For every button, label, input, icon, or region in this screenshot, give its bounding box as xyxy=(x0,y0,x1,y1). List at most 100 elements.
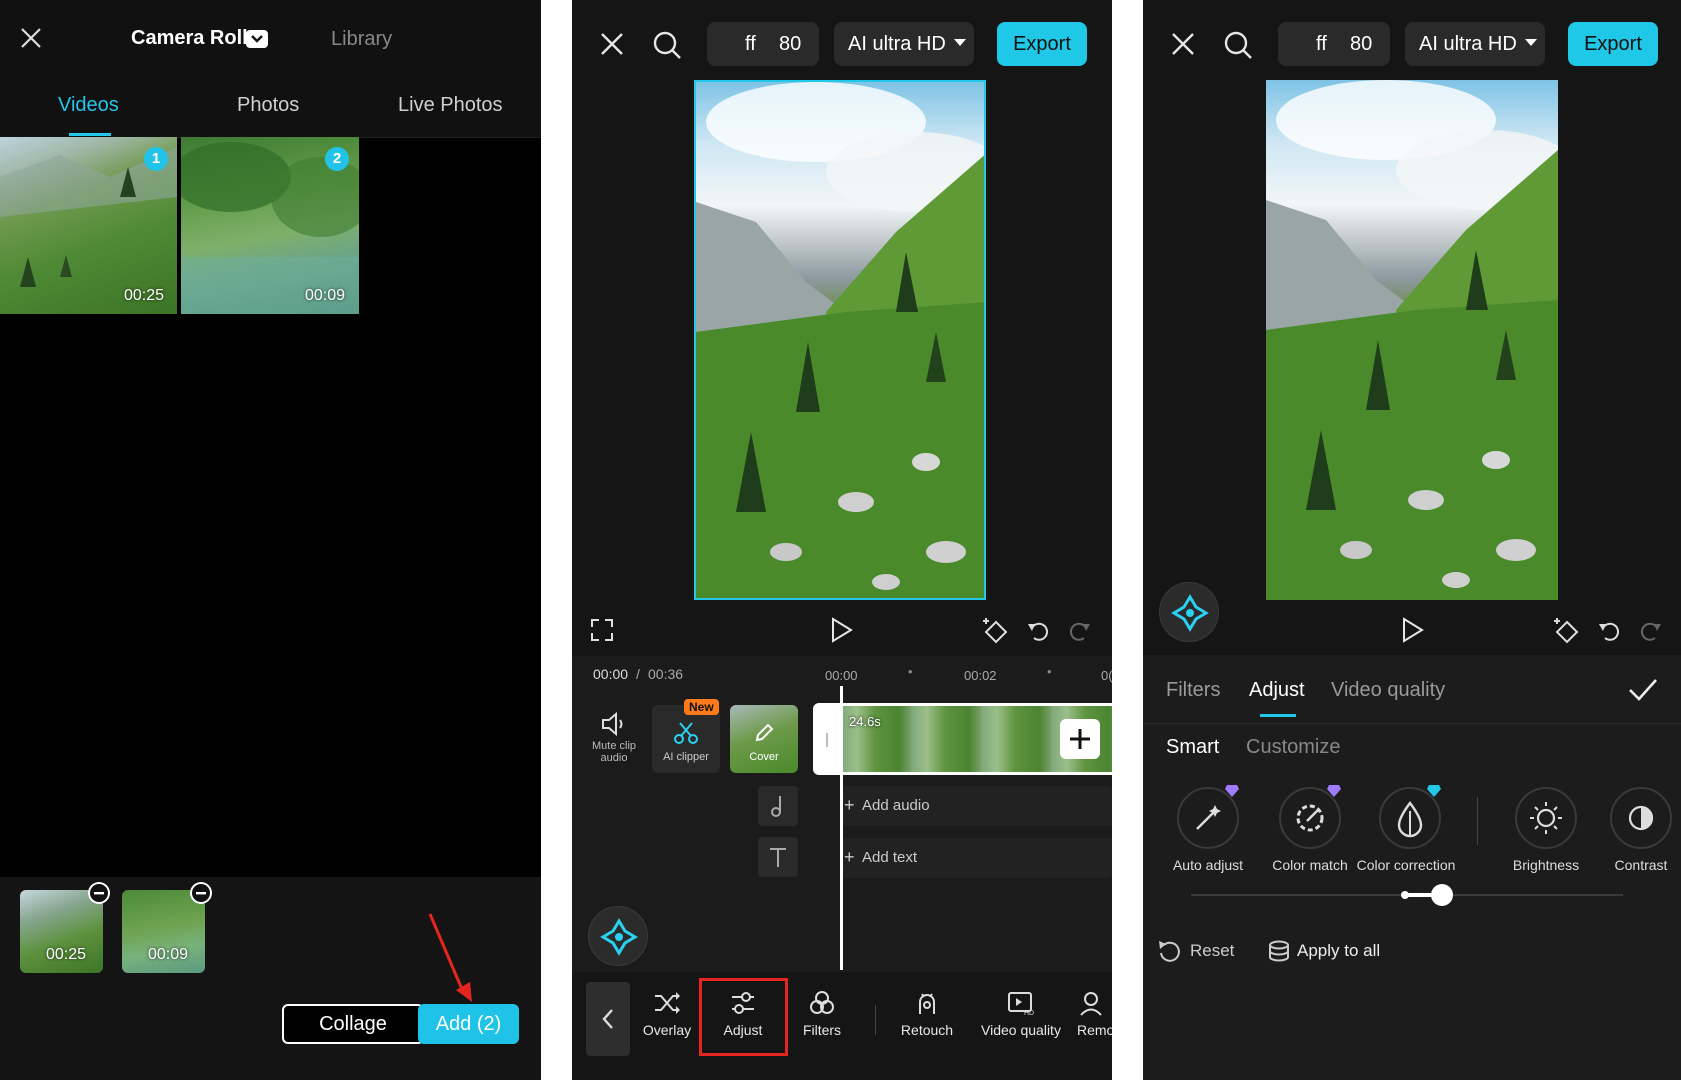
cover-button[interactable]: Cover xyxy=(730,705,798,773)
library-tab[interactable]: Library xyxy=(331,28,392,51)
ruler-tick: 00:02 xyxy=(964,668,997,683)
add-audio-track[interactable]: + Add audio xyxy=(840,786,1112,826)
retouch-label: Retouch xyxy=(900,1022,954,1038)
gallery-thumbnail[interactable]: 2 00:09 xyxy=(181,137,359,314)
time-total: 00:36 xyxy=(648,666,684,682)
color-correction-tool[interactable]: Color correction xyxy=(1357,785,1460,873)
auto-adjust-tool[interactable]: Auto adjust xyxy=(1158,785,1258,873)
play-icon[interactable] xyxy=(1401,617,1425,643)
add-audio-label: Add audio xyxy=(862,797,930,814)
tab-live-photos[interactable]: Live Photos xyxy=(398,94,503,117)
add-button[interactable]: Add (2) xyxy=(418,1004,519,1044)
fullscreen-icon[interactable] xyxy=(590,618,614,642)
active-tab-indicator xyxy=(1260,714,1296,717)
clip-duration: 00:25 xyxy=(46,946,87,963)
color-correction-label: Color correction xyxy=(1356,857,1456,873)
mute-clip-audio-button[interactable]: Mute clip audio xyxy=(584,712,644,764)
text-icon[interactable] xyxy=(758,837,798,877)
add-text-track[interactable]: + Add text xyxy=(840,838,1112,878)
time-current: 00:00 xyxy=(593,666,629,682)
back-button[interactable] xyxy=(586,982,630,1056)
mute-label: Mute clip audio xyxy=(591,740,637,764)
redo-icon[interactable] xyxy=(1639,618,1663,642)
assistant-button[interactable] xyxy=(588,906,648,966)
redo-icon[interactable] xyxy=(1068,618,1092,642)
caret-down-icon xyxy=(954,39,966,47)
video-quality-tool[interactable]: HD Video quality xyxy=(974,990,1068,1038)
overlay-tool[interactable]: Overlay xyxy=(634,990,700,1038)
tab-filters[interactable]: Filters xyxy=(1166,679,1220,702)
close-icon[interactable] xyxy=(1171,32,1195,56)
keyframe-icon[interactable] xyxy=(982,616,1010,644)
chevron-down-icon[interactable] xyxy=(246,30,268,48)
close-icon[interactable] xyxy=(20,27,42,49)
remove-tool[interactable]: Remo xyxy=(1077,990,1112,1038)
export-button[interactable]: Export xyxy=(1568,22,1658,66)
tab-videos[interactable]: Videos xyxy=(58,94,119,117)
editor-panel: ff 80 AI ultra HD Export 00:00 / 00:36 0… xyxy=(572,0,1112,1080)
subtab-smart[interactable]: Smart xyxy=(1166,736,1219,759)
tab-video-quality[interactable]: Video quality xyxy=(1331,679,1445,702)
adjust-tool[interactable]: Adjust xyxy=(710,990,776,1038)
clip-strip[interactable]: 24.6s xyxy=(813,703,1112,775)
play-icon[interactable] xyxy=(830,617,854,643)
time-separator: / xyxy=(636,666,640,682)
ruler-tick: 0( xyxy=(1101,668,1112,683)
playhead[interactable] xyxy=(840,686,843,970)
ruler-dot: • xyxy=(908,664,913,679)
collage-button[interactable]: Collage xyxy=(282,1004,424,1044)
subtab-customize[interactable]: Customize xyxy=(1246,736,1340,759)
color-match-label: Color match xyxy=(1272,857,1348,873)
apply-to-all-label: Apply to all xyxy=(1297,941,1381,960)
filters-tool[interactable]: Filters xyxy=(789,990,855,1038)
slider-origin-dot xyxy=(1401,891,1409,899)
gallery-thumbnail[interactable]: 1 00:25 xyxy=(0,137,177,314)
retouch-tool[interactable]: Retouch xyxy=(892,990,962,1038)
color-match-tool[interactable]: Color match xyxy=(1260,785,1360,873)
tab-photos[interactable]: Photos xyxy=(237,94,299,117)
album-title[interactable]: Camera Roll xyxy=(131,27,248,50)
search-icon[interactable] xyxy=(652,30,682,60)
trim-handle[interactable] xyxy=(826,733,828,747)
close-icon[interactable] xyxy=(600,32,624,56)
brightness-tool[interactable]: Brightness xyxy=(1496,787,1596,873)
scissors-icon xyxy=(672,721,700,745)
add-clip-button[interactable] xyxy=(1060,719,1100,759)
keyframe-icon[interactable] xyxy=(1553,616,1581,644)
video-preview[interactable] xyxy=(694,80,986,600)
active-tab-indicator xyxy=(69,133,111,136)
fps-selector[interactable]: ff 80 xyxy=(707,22,819,66)
clip-duration: 00:25 xyxy=(124,287,165,304)
undo-icon[interactable] xyxy=(1026,618,1050,642)
cover-label: Cover xyxy=(749,751,779,763)
media-picker-panel: Camera Roll Library Videos Photos Live P… xyxy=(0,0,541,1080)
checkmark-icon[interactable] xyxy=(1628,677,1658,703)
slider-knob[interactable] xyxy=(1430,884,1453,906)
ai-clipper-label: AI clipper xyxy=(663,751,709,763)
fps-value: 80 xyxy=(779,33,802,55)
remove-icon[interactable] xyxy=(190,882,212,904)
add-text-label: Add text xyxy=(862,849,918,866)
arrow-annotation-icon xyxy=(426,910,476,1005)
video-quality-label: Video quality xyxy=(981,1022,1061,1038)
undo-icon[interactable] xyxy=(1597,618,1621,642)
ruler-tick: 00:00 xyxy=(825,668,858,683)
fps-value: 80 xyxy=(1350,33,1373,55)
pencil-icon xyxy=(754,723,774,743)
video-preview[interactable] xyxy=(1266,80,1558,600)
remove-icon[interactable] xyxy=(88,882,110,904)
tab-adjust[interactable]: Adjust xyxy=(1249,679,1305,702)
music-note-icon[interactable] xyxy=(758,786,798,826)
export-button[interactable]: Export xyxy=(997,22,1087,66)
plus-icon: + xyxy=(844,795,855,815)
assistant-button[interactable] xyxy=(1159,582,1219,642)
ai-clipper-button[interactable]: New AI clipper xyxy=(652,699,720,773)
contrast-tool[interactable]: Contrast xyxy=(1591,787,1681,873)
quality-dropdown[interactable]: AI ultra HD xyxy=(1405,22,1545,66)
intensity-slider[interactable] xyxy=(1191,884,1623,906)
fps-selector[interactable]: ff 80 xyxy=(1278,22,1390,66)
quality-dropdown[interactable]: AI ultra HD xyxy=(834,22,974,66)
brightness-label: Brightness xyxy=(1512,857,1580,873)
search-icon[interactable] xyxy=(1223,30,1253,60)
svg-text:HD: HD xyxy=(1024,1010,1034,1016)
